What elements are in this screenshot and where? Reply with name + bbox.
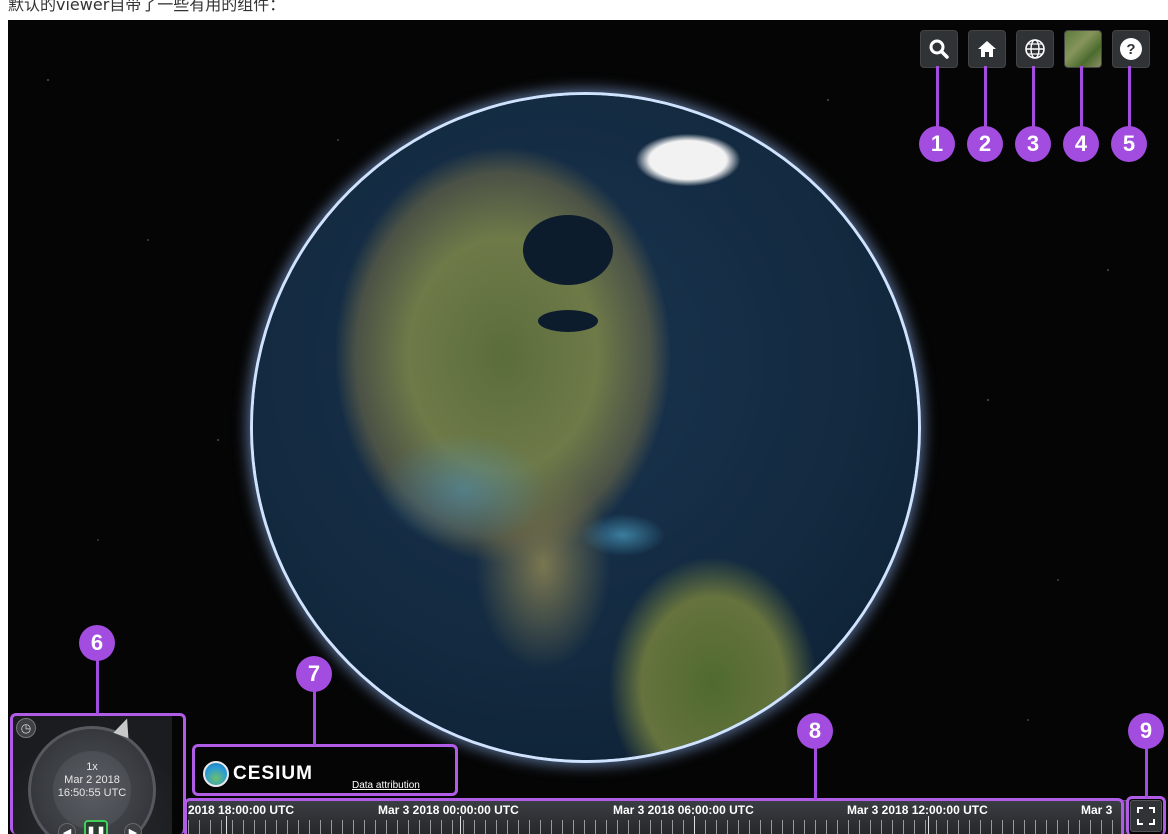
home-button[interactable] (968, 30, 1006, 68)
base-layer-picker-button[interactable] (1064, 30, 1102, 68)
globe-icon (1025, 39, 1045, 59)
geocoder-button[interactable] (920, 30, 958, 68)
callout-box-8 (184, 798, 1124, 834)
page-caption: 默认的viewer自带了一些有用的组件： (8, 0, 286, 14)
callout-line-9 (1145, 748, 1148, 798)
great-lakes (538, 310, 598, 332)
callout-marker-2: 2 (967, 126, 1003, 162)
home-icon (978, 41, 996, 57)
help-button[interactable]: ? (1112, 30, 1150, 68)
callout-marker-9: 9 (1128, 713, 1164, 749)
callout-line-8 (814, 748, 817, 800)
callout-marker-6: 6 (79, 625, 115, 661)
callout-line-7 (313, 690, 316, 745)
scene-mode-button[interactable] (1016, 30, 1054, 68)
callout-marker-7: 7 (296, 656, 332, 692)
callout-box-7 (192, 744, 458, 796)
callout-marker-1: 1 (919, 126, 955, 162)
callout-box-9 (1126, 796, 1166, 834)
search-icon (929, 39, 949, 59)
hudson-bay (523, 215, 613, 285)
help-icon: ? (1120, 38, 1142, 60)
cesium-viewer[interactable]: ? 1 2 3 4 5 1x Mar 2 2018 16:50:55 UTC ◷… (8, 20, 1168, 834)
callout-marker-5: 5 (1111, 126, 1147, 162)
toolbar: ? (920, 30, 1150, 68)
globe[interactable] (253, 95, 918, 760)
callout-marker-4: 4 (1063, 126, 1099, 162)
callout-marker-8: 8 (797, 713, 833, 749)
callout-marker-3: 3 (1015, 126, 1051, 162)
callout-line-6 (96, 660, 99, 714)
callout-box-6 (10, 713, 186, 834)
